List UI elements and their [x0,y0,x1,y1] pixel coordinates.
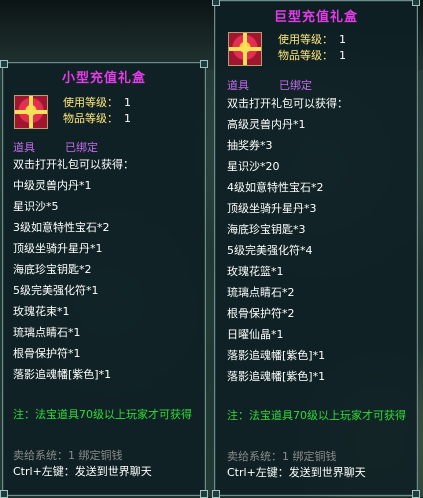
note-text: 注：法宝道具70级以上玩家才可获得 [227,409,406,422]
reward-item: 落影追魂幡[紫色]*1 [13,368,112,381]
item-level-row: 物品等级： 1 [63,111,131,127]
reward-item: 4级如意特性宝石*2 [227,181,324,194]
item-level-value: 1 [339,49,346,62]
gift-box-icon [228,32,262,66]
item-level-label: 物品等级： [278,49,333,62]
reward-item: 高级灵兽内丹*1 [227,118,306,131]
item-type-row: 道具 已绑定 [227,77,312,93]
bound-status: 已绑定 [279,79,312,92]
reward-item: 海底珍宝钥匙*3 [227,223,306,236]
use-level-row: 使用等级： 1 [278,32,346,48]
small-gift-tooltip: 小型充值礼盒 使用等级： 1 物品等级： 1 道具 已绑定 双击打开礼包可以获得： 中… [0,60,208,498]
item-level-label: 物品等级： [63,112,118,125]
reward-intro: 双击打开礼包可以获得： [13,158,134,171]
reward-item: 5级完美强化符*1 [13,284,99,297]
use-level-value: 1 [339,33,346,46]
use-level-label: 使用等级： [278,33,333,46]
reward-item: 中级灵兽内丹*1 [13,179,92,192]
reward-item: 抽奖券*3 [227,139,273,152]
sell-price: 卖给系统：1 绑定铜钱 [227,450,337,463]
reward-item: 根骨保护符*2 [227,307,295,320]
use-level-value: 1 [124,96,131,109]
use-level-row: 使用等级： 1 [63,95,131,111]
reward-item: 琉璃点睛石*1 [13,326,81,339]
item-level-row: 物品等级： 1 [278,48,346,64]
reward-item: 根骨保护符*1 [13,347,81,360]
note-text: 注：法宝道具70级以上玩家才可获得 [13,408,192,421]
item-type: 道具 [13,141,35,154]
reward-item: 星识沙*20 [227,160,280,173]
item-type: 道具 [227,79,249,92]
reward-item: 星识沙*5 [13,200,59,213]
reward-item: 3级如意特性宝石*2 [13,221,110,234]
ctrl-click-hint: Ctrl+左键：发送到世界聊天 [13,465,152,478]
reward-item: 落影追魂幡[紫色]*1 [227,370,326,383]
reward-item: 琉璃点睛石*2 [227,286,295,299]
reward-list: 双击打开礼包可以获得： 中级灵兽内丹*1 星识沙*5 3级如意特性宝石*2 顶级… [13,154,134,385]
reward-list: 双击打开礼包可以获得： 高级灵兽内丹*1 抽奖券*3 星识沙*20 4级如意特性… [227,93,348,387]
reward-item: 玫瑰花束*1 [13,305,70,318]
use-level-label: 使用等级： [63,96,118,109]
gift-box-icon [14,95,48,129]
ctrl-click-hint: Ctrl+左键：发送到世界聊天 [227,466,366,479]
item-level-info: 使用等级： 1 物品等级： 1 [63,95,131,127]
item-level-value: 1 [124,112,131,125]
reward-item: 海底珍宝钥匙*2 [13,263,92,276]
ribbon-horizontal [15,110,47,114]
item-title: 巨型充值礼盒 [273,10,358,25]
item-title: 小型充值礼盒 [61,71,146,86]
reward-item: 落影追魂幡[紫色]*1 [227,349,326,362]
reward-item: 日曜仙晶*1 [227,328,284,341]
reward-intro: 双击打开礼包可以获得： [227,97,348,110]
sell-price: 卖给系统：1 绑定铜钱 [13,449,123,462]
reward-item: 5级完美强化符*4 [227,244,313,257]
reward-item: 顶级坐骑升星丹*1 [13,242,103,255]
large-gift-tooltip: 巨型充值礼盒 使用等级： 1 物品等级： 1 道具 已绑定 双击打开礼包可以获得： 高… [212,0,420,498]
bound-status: 已绑定 [65,141,98,154]
ribbon-horizontal [229,47,261,51]
item-type-row: 道具 已绑定 [13,139,98,155]
item-level-info: 使用等级： 1 物品等级： 1 [278,32,346,64]
reward-item: 玫瑰花篮*1 [227,265,284,278]
reward-item: 顶级坐骑升星丹*3 [227,202,317,215]
